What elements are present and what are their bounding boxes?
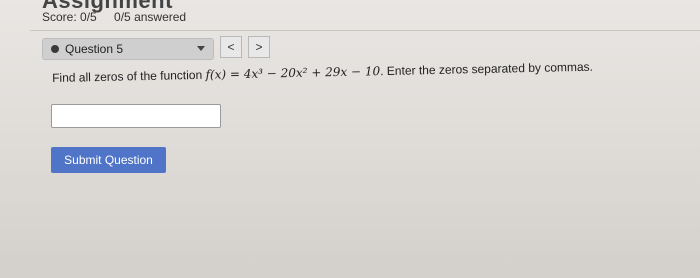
question-text: Find all zeros of the function f(x) = 4x… [52, 58, 652, 85]
chevron-right-icon: > [255, 40, 263, 54]
function-expression: f(x) = 4x³ − 20x² + 29x − 10 [205, 64, 381, 82]
chevron-left-icon: < [227, 40, 235, 54]
score-row: Score: 0/5 0/5 answered [42, 10, 200, 24]
previous-question-button[interactable]: < [220, 36, 242, 58]
submit-question-button[interactable]: Submit Question [51, 147, 166, 173]
question-suffix: . Enter the zeros separated by commas. [380, 59, 594, 79]
answer-input[interactable] [51, 104, 221, 128]
question-select[interactable]: Question 5 [42, 38, 214, 60]
answered-count: 0/5 answered [114, 10, 187, 24]
status-dot-icon [51, 45, 59, 53]
question-select-label: Question 5 [65, 42, 124, 56]
question-prefix: Find all zeros of the function [52, 67, 206, 85]
chevron-down-icon [197, 46, 205, 51]
next-question-button[interactable]: > [248, 36, 270, 58]
header-divider [30, 30, 700, 31]
score-text: Score: 0/5 [42, 10, 97, 24]
